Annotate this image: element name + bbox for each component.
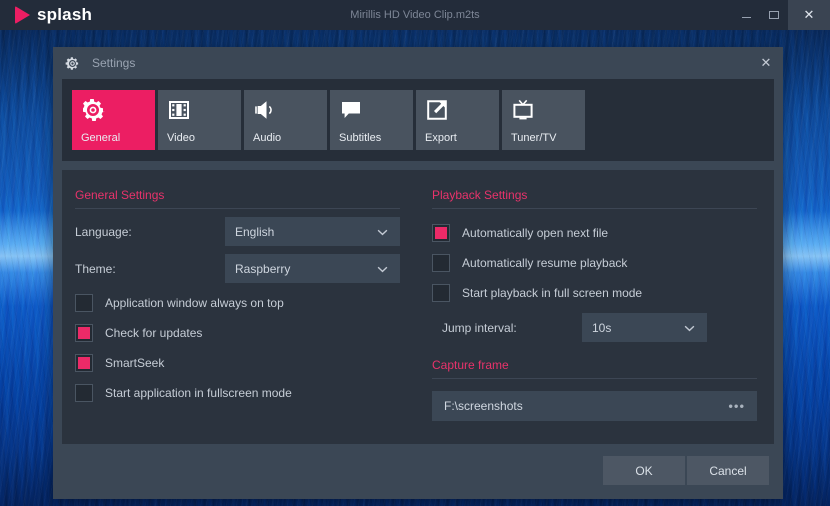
television-icon [511, 98, 535, 122]
speech-bubble-icon [339, 98, 363, 122]
tab-subtitles[interactable]: Subtitles [330, 90, 413, 150]
maximize-button[interactable] [760, 0, 788, 30]
chevron-down-icon [684, 325, 695, 332]
minimize-icon [742, 17, 751, 18]
checkbox-fill [78, 297, 90, 309]
settings-dialog: Settings ✕ General [53, 47, 783, 499]
window-title: Mirillis HD Video Clip.m2ts [0, 9, 830, 21]
checkbox-always-on-top[interactable]: Application window always on top [75, 289, 400, 317]
checkbox-auto-open-next-file[interactable]: Automatically open next file [432, 219, 757, 247]
checkbox-box[interactable] [75, 324, 93, 342]
close-settings-button[interactable]: ✕ [749, 47, 783, 79]
tab-general[interactable]: General [72, 90, 155, 150]
checkbox-box[interactable] [75, 294, 93, 312]
jump-interval-select[interactable]: 10s [582, 313, 707, 342]
checkbox-box[interactable] [432, 284, 450, 302]
tab-video[interactable]: Video [158, 90, 241, 150]
checkbox-fill [435, 287, 447, 299]
checkbox-label: Automatically open next file [462, 226, 608, 240]
speaker-icon [253, 98, 277, 122]
checkbox-box[interactable] [75, 354, 93, 372]
settings-dialog-title: Settings [92, 56, 135, 70]
capture-path-input[interactable]: F:\screenshots ••• [432, 391, 757, 421]
checkbox-start-fullscreen[interactable]: Start application in fullscreen mode [75, 379, 400, 407]
general-checkbox-group: Application window always on top Check f… [75, 289, 400, 407]
checkbox-check-for-updates[interactable]: Check for updates [75, 319, 400, 347]
language-label: Language: [75, 225, 225, 239]
window-controls: ✕ [732, 0, 830, 30]
checkbox-fill [78, 387, 90, 399]
settings-tabbar-container: General Video [62, 79, 774, 161]
checkbox-fill [78, 357, 90, 369]
checkbox-label: SmartSeek [105, 356, 164, 370]
checkbox-start-playback-fullscreen[interactable]: Start playback in full screen mode [432, 279, 757, 307]
tab-subtitles-label: Subtitles [339, 132, 381, 144]
checkbox-box[interactable] [432, 254, 450, 272]
checkbox-label: Application window always on top [105, 296, 284, 310]
theme-value: Raspberry [235, 262, 290, 276]
settings-tabbar: General Video [72, 90, 774, 150]
checkbox-auto-resume-playback[interactable]: Automatically resume playback [432, 249, 757, 277]
film-strip-icon [167, 98, 191, 122]
settings-footer: OK Cancel [53, 444, 783, 499]
ok-button[interactable]: OK [603, 456, 685, 485]
capture-frame-heading: Capture frame [432, 358, 757, 379]
gear-icon [65, 56, 80, 71]
general-settings-heading: General Settings [75, 188, 400, 209]
playback-checkbox-group: Automatically open next file Automatical… [432, 219, 757, 307]
checkbox-fill [78, 327, 90, 339]
theme-row: Theme: Raspberry [75, 254, 400, 283]
play-triangle-icon [15, 6, 30, 24]
checkbox-label: Start playback in full screen mode [462, 286, 642, 300]
browse-folder-button[interactable]: ••• [728, 399, 745, 414]
checkbox-label: Start application in fullscreen mode [105, 386, 292, 400]
chevron-down-icon [377, 266, 388, 273]
tab-general-label: General [81, 132, 120, 144]
maximize-icon [769, 11, 779, 19]
jump-interval-row: Jump interval: 10s [432, 313, 757, 342]
tab-export-label: Export [425, 132, 457, 144]
checkbox-fill [435, 257, 447, 269]
app-logo[interactable]: splash [15, 5, 92, 25]
checkbox-label: Check for updates [105, 326, 202, 340]
export-arrow-icon [425, 98, 449, 122]
checkbox-box[interactable] [75, 384, 93, 402]
tab-audio-label: Audio [253, 132, 281, 144]
checkbox-box[interactable] [432, 224, 450, 242]
language-select[interactable]: English [225, 217, 400, 246]
cancel-button[interactable]: Cancel [687, 456, 769, 485]
chevron-down-icon [377, 229, 388, 236]
playback-settings-column: Playback Settings Automatically open nex… [432, 188, 757, 421]
capture-frame-group: Capture frame F:\screenshots ••• [432, 358, 757, 421]
checkbox-smartseek[interactable]: SmartSeek [75, 349, 400, 377]
general-settings-column: General Settings Language: English Theme… [75, 188, 400, 407]
tab-tuner-tv-label: Tuner/TV [511, 132, 556, 144]
tab-tuner-tv[interactable]: Tuner/TV [502, 90, 585, 150]
language-value: English [235, 225, 274, 239]
checkbox-label: Automatically resume playback [462, 256, 627, 270]
jump-interval-label: Jump interval: [442, 321, 582, 335]
theme-select[interactable]: Raspberry [225, 254, 400, 283]
jump-interval-value: 10s [592, 321, 611, 335]
theme-label: Theme: [75, 262, 225, 276]
tab-video-label: Video [167, 132, 195, 144]
tab-export[interactable]: Export [416, 90, 499, 150]
playback-settings-heading: Playback Settings [432, 188, 757, 209]
title-bar[interactable]: splash Mirillis HD Video Clip.m2ts ✕ [0, 0, 830, 30]
language-row: Language: English [75, 217, 400, 246]
checkbox-fill [435, 227, 447, 239]
settings-panel: General Settings Language: English Theme… [62, 170, 774, 444]
dialog-action-buttons: OK Cancel [603, 456, 769, 485]
tab-audio[interactable]: Audio [244, 90, 327, 150]
gear-icon [81, 98, 105, 122]
splash-player-window: splash Mirillis HD Video Clip.m2ts ✕ Set… [0, 0, 830, 506]
brand-label: splash [37, 5, 92, 25]
capture-path-value: F:\screenshots [444, 399, 523, 413]
close-window-button[interactable]: ✕ [788, 0, 830, 30]
settings-dialog-header: Settings ✕ [53, 47, 783, 79]
minimize-button[interactable] [732, 0, 760, 30]
